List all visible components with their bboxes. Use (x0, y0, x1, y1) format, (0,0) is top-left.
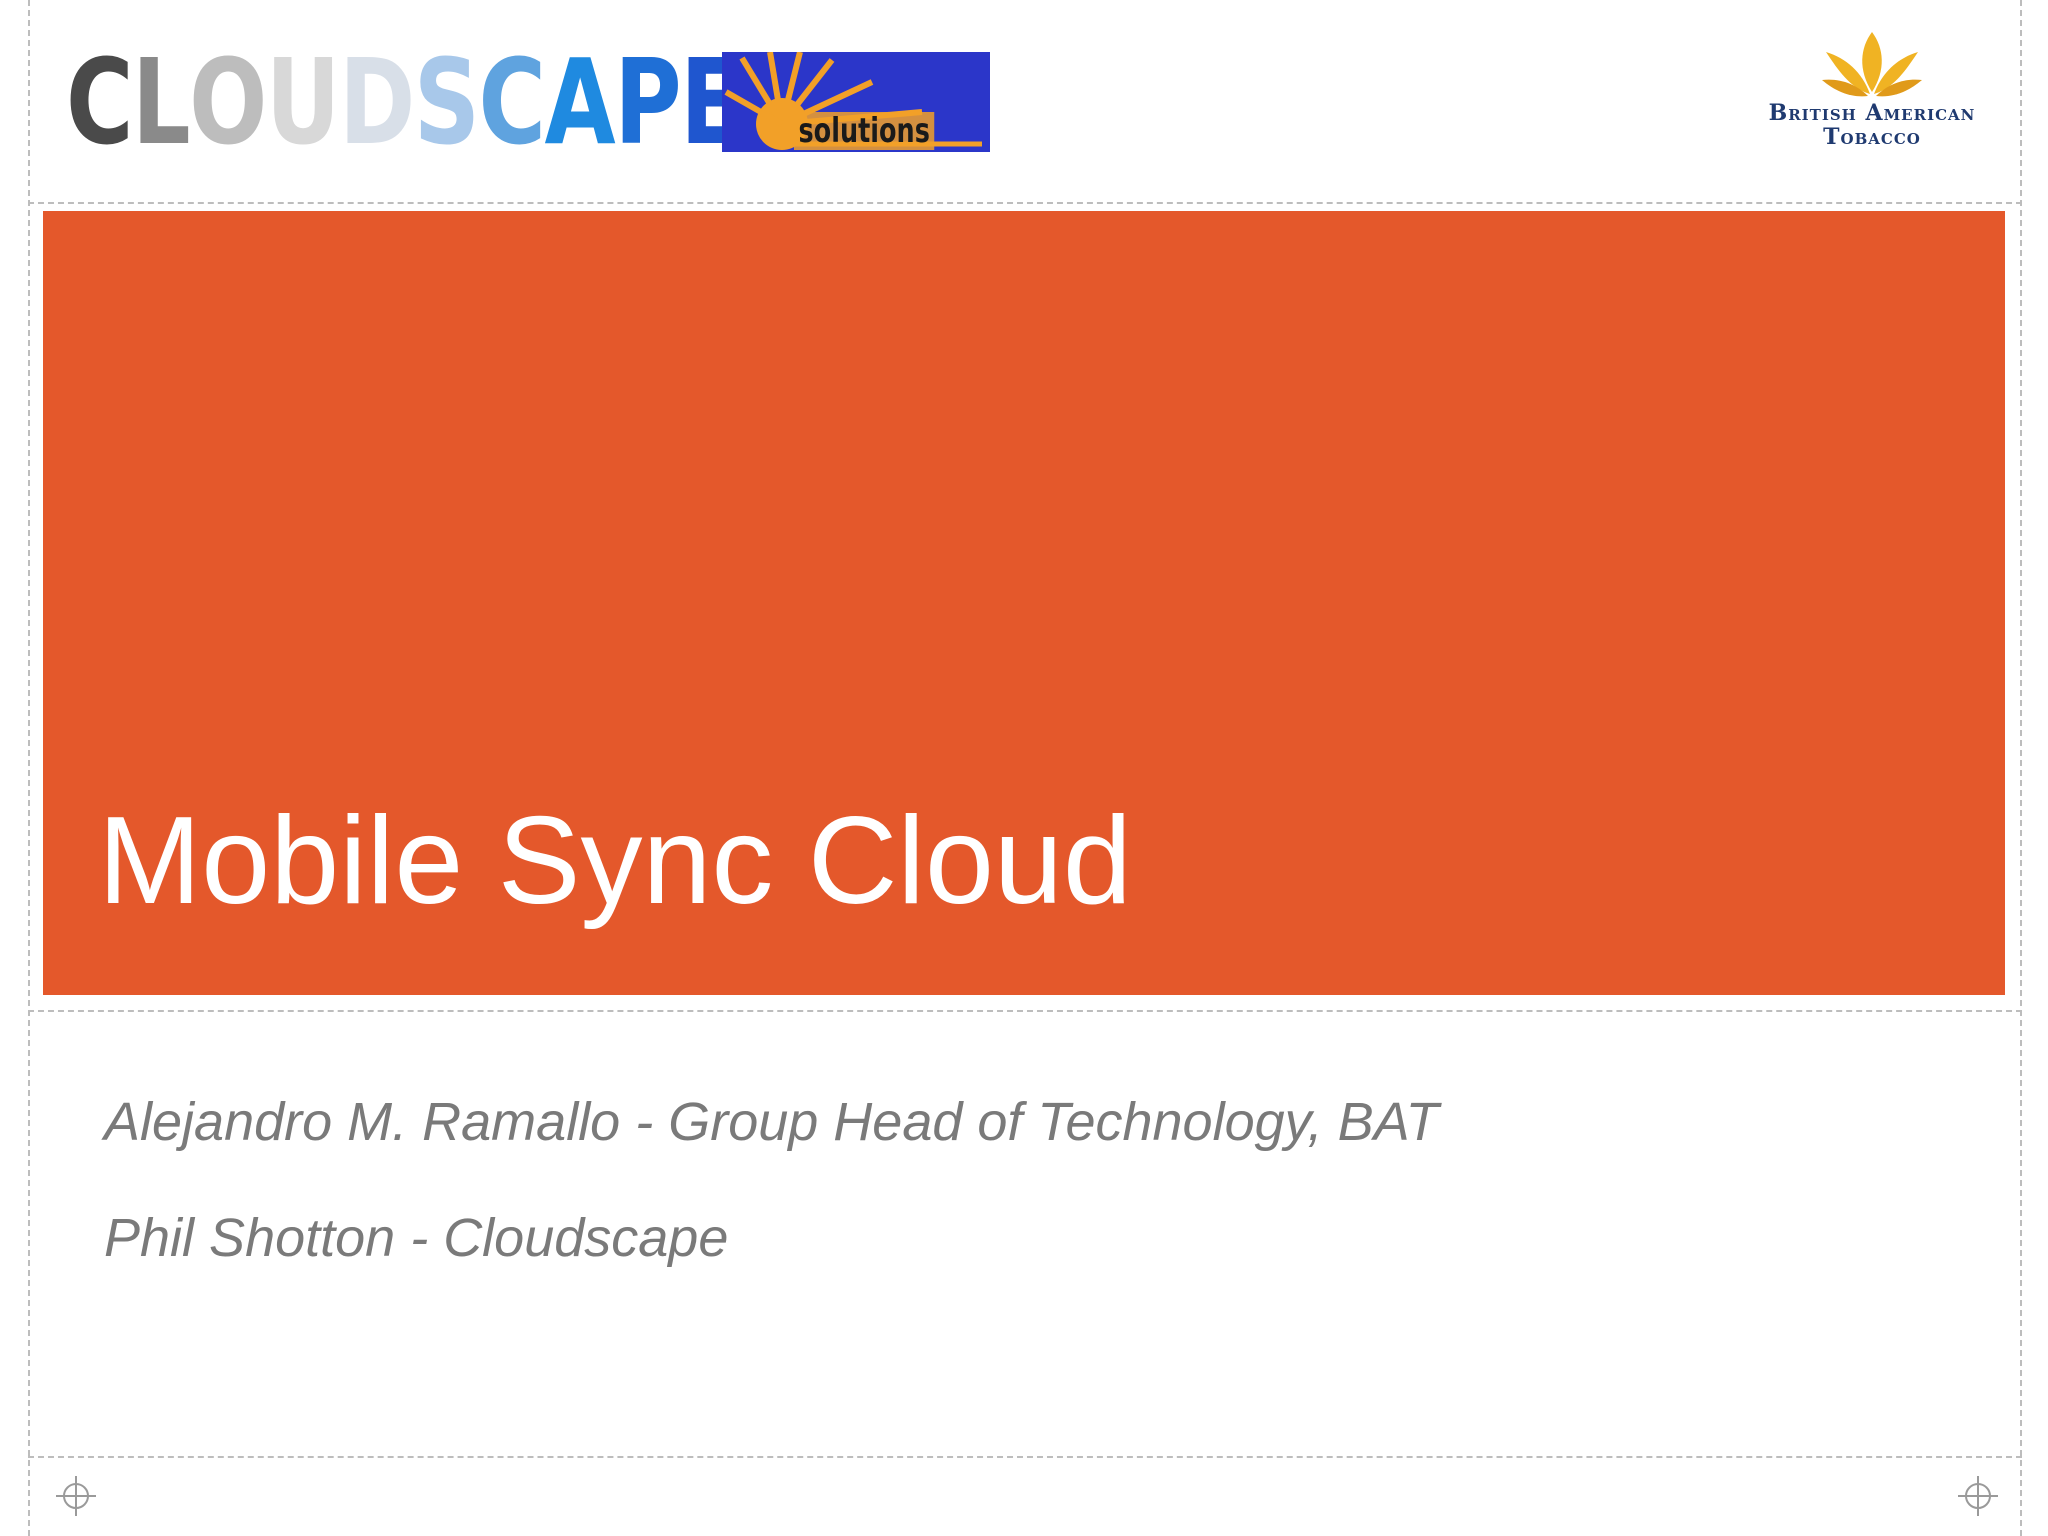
slide: CLOUDSCAPE solutions British American To… (0, 0, 2048, 1536)
guide-right (2020, 0, 2022, 1536)
cloudscape-letter: D (338, 33, 415, 171)
title-band: Mobile Sync Cloud (43, 211, 2005, 995)
bat-name-line1: British American (1768, 100, 1976, 126)
cloudscape-wordmark: CLOUDSCAPE (66, 33, 743, 171)
solutions-tagline: solutions (794, 112, 935, 150)
presenter-line-1: Alejandro M. Ramallo - Group Head of Tec… (104, 1092, 1439, 1152)
cloudscape-letter: S (413, 33, 480, 171)
slide-title: Mobile Sync Cloud (98, 792, 1132, 930)
bat-name-line2: Tobacco (1823, 124, 1921, 150)
cloudscape-letter: C (478, 33, 547, 171)
cloudscape-letter: A (544, 33, 616, 171)
crosshair-icon-left (56, 1476, 96, 1516)
bat-logo: British American Tobacco (1752, 30, 1992, 150)
presenter-line-2: Phil Shotton - Cloudscape (104, 1208, 729, 1268)
gold-leaf-icon (1822, 32, 1922, 97)
cloudscape-letter: C (66, 33, 134, 171)
solutions-badge: solutions (722, 52, 990, 152)
guide-left (28, 0, 30, 1536)
crosshair-icon-right (1958, 1476, 1998, 1516)
cloudscape-letter: P (614, 33, 681, 171)
cloudscape-letter: L (131, 33, 191, 171)
guide-bottom (28, 1456, 2022, 1458)
cloudscape-logo: CLOUDSCAPE solutions (66, 33, 990, 171)
guide-top (28, 202, 2022, 204)
cloudscape-letter: O (189, 33, 267, 171)
guide-middle (28, 1010, 2022, 1012)
cloudscape-letter: U (265, 33, 341, 171)
